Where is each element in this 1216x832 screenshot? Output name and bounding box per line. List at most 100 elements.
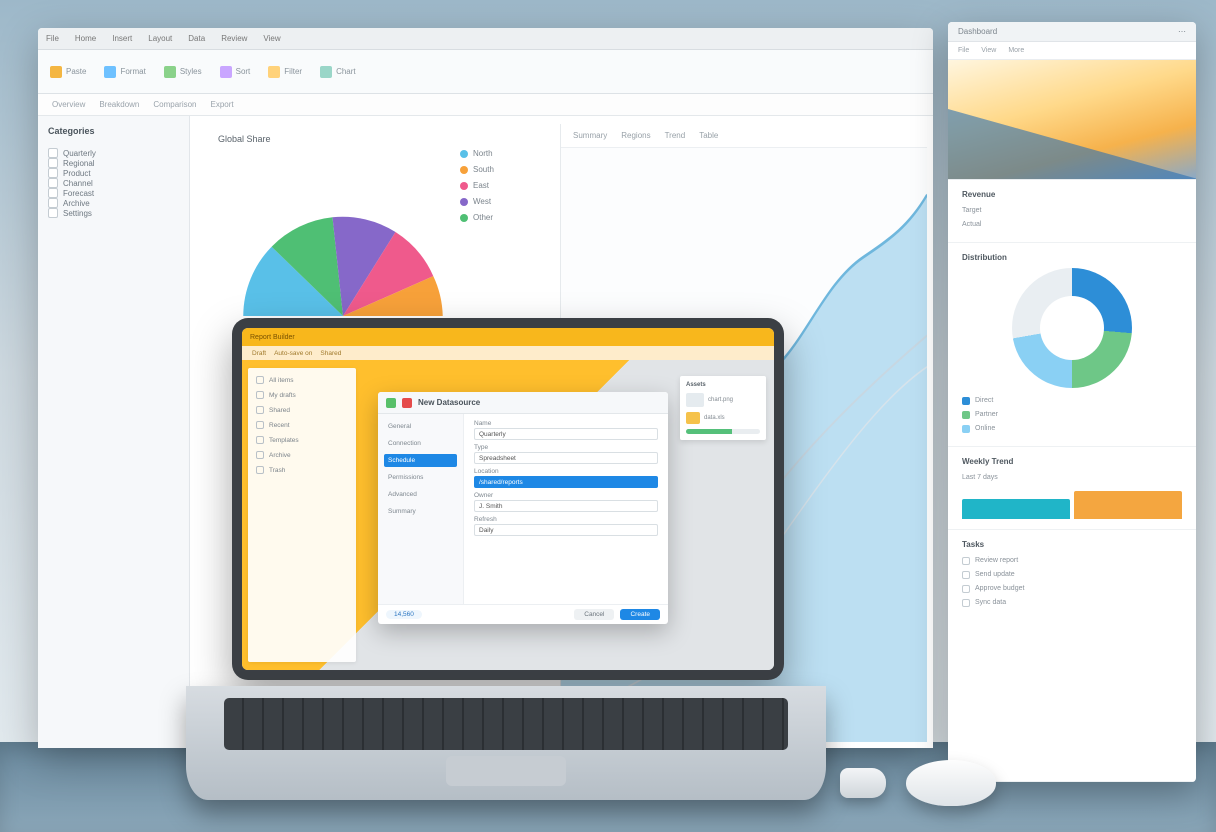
sidebar-item[interactable]: Settings <box>48 208 179 218</box>
app-sub-item: Draft <box>252 350 266 357</box>
laptop-base <box>186 686 826 800</box>
tab-item[interactable]: Breakdown <box>99 100 139 109</box>
thumbnail-icon <box>686 393 704 407</box>
ribbon-icon <box>164 66 176 78</box>
dialog-nav-item[interactable]: Summary <box>384 505 457 518</box>
tab-item[interactable]: Export <box>211 100 234 109</box>
sidebar-item[interactable]: Quarterly <box>48 148 179 158</box>
app-sidebar-item[interactable]: Shared <box>256 406 348 414</box>
dialog-new-datasource: New Datasource GeneralConnectionSchedule… <box>378 392 668 624</box>
tab-item[interactable]: Overview <box>52 100 85 109</box>
create-button[interactable]: Create <box>620 609 660 620</box>
map-tabs: Summary Regions Trend Table <box>561 124 927 148</box>
usb-dongle <box>840 768 886 798</box>
ribbon-button[interactable]: Styles <box>164 66 202 78</box>
app-sidebar-item[interactable]: Recent <box>256 421 348 429</box>
sidebar-item[interactable]: Channel <box>48 178 179 188</box>
field-input[interactable]: Quarterly <box>474 428 658 440</box>
task-item[interactable]: Review report <box>962 554 1182 568</box>
aux-item[interactable]: data.xls <box>686 412 760 424</box>
panel-menu-item[interactable]: File <box>958 47 969 54</box>
panel-menu-item[interactable]: View <box>981 47 996 54</box>
aux-item[interactable]: chart.png <box>686 393 760 407</box>
sidebar-item[interactable]: Regional <box>48 158 179 168</box>
checkbox-icon <box>256 421 264 429</box>
checkbox-icon <box>962 571 970 579</box>
cancel-button[interactable]: Cancel <box>574 609 614 620</box>
app-sidebar-item[interactable]: Trash <box>256 466 348 474</box>
form-field: RefreshDaily <box>474 516 658 536</box>
dialog-nav-item[interactable]: Schedule <box>384 454 457 467</box>
field-input[interactable]: /shared/reports <box>474 476 658 488</box>
sidebar-item[interactable]: Forecast <box>48 188 179 198</box>
revenue-line-1: Target <box>962 204 1182 218</box>
field-label: Refresh <box>474 516 658 523</box>
app-sidebar-item[interactable]: All items <box>256 376 348 384</box>
map-tab[interactable]: Table <box>699 131 718 140</box>
monitor-ribbon: Paste Format Styles Sort Filter Chart <box>38 50 933 94</box>
laptop-trackpad <box>446 756 566 786</box>
ribbon-button[interactable]: Chart <box>320 66 356 78</box>
aux-card: Assets chart.png data.xls <box>680 376 766 440</box>
sidebar-item[interactable]: Product <box>48 168 179 178</box>
monitor-tabs: Overview Breakdown Comparison Export <box>38 94 933 116</box>
checkbox-icon <box>48 178 58 188</box>
checkbox-icon <box>962 557 970 565</box>
section-heading: Weekly Trend <box>962 457 1182 466</box>
task-item[interactable]: Sync data <box>962 596 1182 610</box>
ribbon-icon <box>220 66 232 78</box>
dialog-nav-item[interactable]: Advanced <box>384 488 457 501</box>
dialog-nav-item[interactable]: General <box>384 420 457 433</box>
app-sidebar-item[interactable]: My drafts <box>256 391 348 399</box>
ribbon-button[interactable]: Paste <box>50 66 86 78</box>
app-sidebar-item[interactable]: Templates <box>256 436 348 444</box>
field-input[interactable]: Spreadsheet <box>474 452 658 464</box>
section-heading: Revenue <box>962 190 1182 199</box>
checkbox-icon <box>48 168 58 178</box>
map-tab[interactable]: Trend <box>665 131 686 140</box>
dialog-footer: 14,560 Cancel Create <box>378 604 668 624</box>
checkbox-icon <box>256 406 264 414</box>
ribbon-button[interactable]: Filter <box>268 66 302 78</box>
menu-item[interactable]: Home <box>75 34 96 43</box>
tab-item[interactable]: Comparison <box>153 100 196 109</box>
sidebar-heading: Categories <box>48 126 179 136</box>
menu-item[interactable]: Insert <box>112 34 132 43</box>
app-sidebar: All items My drafts Shared Recent Templates A… <box>248 368 356 662</box>
dialog-nav-item[interactable]: Permissions <box>384 471 457 484</box>
legend-item: North <box>460 146 494 162</box>
dialog-icon-1 <box>386 398 396 408</box>
legend-item: Online <box>962 422 1182 436</box>
ribbon-button[interactable]: Sort <box>220 66 251 78</box>
panel-section-trend: Weekly Trend Last 7 days <box>948 447 1196 530</box>
task-item[interactable]: Approve budget <box>962 582 1182 596</box>
form-field: TypeSpreadsheet <box>474 444 658 464</box>
map-tab[interactable]: Summary <box>573 131 607 140</box>
aux-progress <box>686 429 760 434</box>
field-label: Type <box>474 444 658 451</box>
menu-item[interactable]: Layout <box>148 34 172 43</box>
panel-section-distribution: Distribution DirectPartnerOnline <box>948 243 1196 447</box>
laptop-keyboard <box>224 698 788 750</box>
panel-menu-icon[interactable]: ⋯ <box>1178 27 1186 36</box>
panel-menu-item[interactable]: More <box>1008 47 1024 54</box>
app-sidebar-item[interactable]: Archive <box>256 451 348 459</box>
field-input[interactable]: J. Smith <box>474 500 658 512</box>
fan-chart-title: Global Share <box>218 134 468 144</box>
ribbon-button[interactable]: Format <box>104 66 145 78</box>
field-input[interactable]: Daily <box>474 524 658 536</box>
monitor-sidebar: Categories QuarterlyRegionalProductChann… <box>38 116 190 748</box>
task-item[interactable]: Send update <box>962 568 1182 582</box>
panel-section-tasks: Tasks Review reportSend updateApprove bu… <box>948 530 1196 782</box>
menu-item[interactable]: Review <box>221 34 247 43</box>
field-label: Location <box>474 468 658 475</box>
menu-item[interactable]: View <box>263 34 280 43</box>
sidebar-item[interactable]: Archive <box>48 198 179 208</box>
dialog-nav-item[interactable]: Connection <box>384 437 457 450</box>
laptop-screen-bezel: Report Builder DraftAuto-save onShared A… <box>232 318 784 680</box>
field-label: Owner <box>474 492 658 499</box>
menu-item[interactable]: Data <box>188 34 205 43</box>
menu-item[interactable]: File <box>46 34 59 43</box>
map-tab[interactable]: Regions <box>621 131 650 140</box>
dialog-icon-2 <box>402 398 412 408</box>
